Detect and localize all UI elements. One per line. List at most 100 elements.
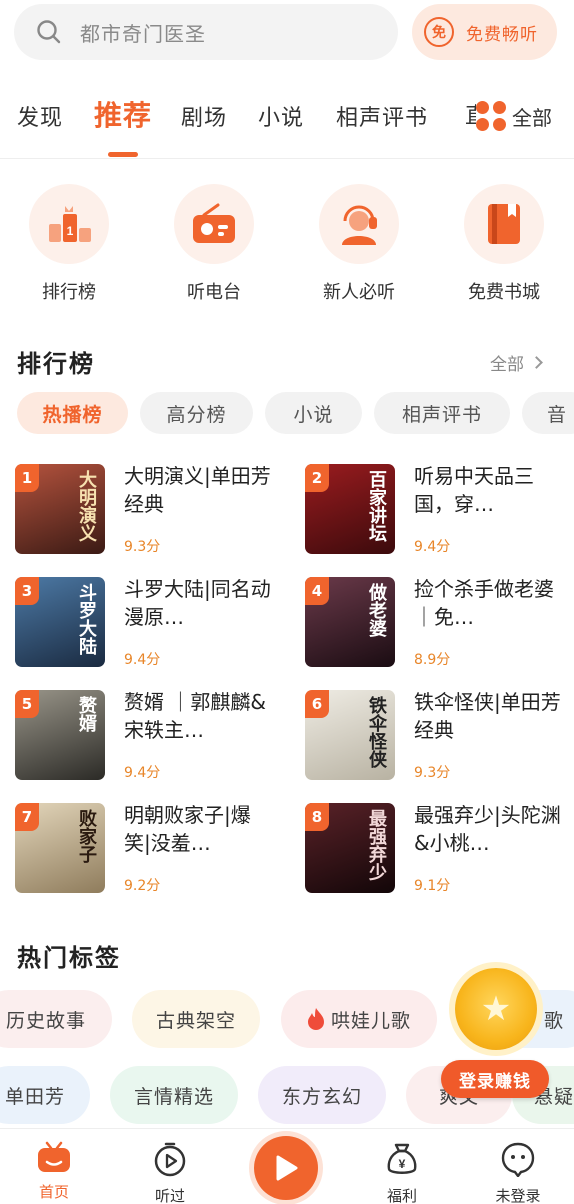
quick-entry-radio[interactable]: 听电台 bbox=[172, 184, 256, 304]
tab-novel[interactable]: 小说 bbox=[258, 100, 304, 132]
rank-item-8[interactable]: 最强弃少 8 最强弃少|头陀渊&小桃… 9.1分 bbox=[305, 801, 574, 897]
search-icon bbox=[37, 20, 61, 44]
rank-item-7[interactable]: 败家子 7 明朝败家子|爆笑|没羞… 9.2分 bbox=[15, 801, 285, 897]
quick-entry-newcomer[interactable]: 新人必听 bbox=[317, 184, 401, 304]
book-title: 明朝败家子|爆笑|没羞… bbox=[124, 803, 251, 855]
book-cover: 最强弃少 8 bbox=[305, 803, 395, 893]
book-title: 最强弃少|头陀渊&小桃… bbox=[414, 803, 561, 855]
nav-history[interactable]: 听过 bbox=[130, 1141, 210, 1204]
tag-classic[interactable]: 古典架空 bbox=[132, 990, 260, 1048]
book-title: 听易中天品三国，穿… bbox=[414, 464, 534, 516]
nav-label: 首页 bbox=[38, 1183, 69, 1201]
nav-profile[interactable]: 未登录 bbox=[478, 1141, 558, 1204]
headset-person-icon bbox=[342, 205, 377, 245]
free-listen-label: 免费畅听 bbox=[466, 24, 538, 45]
nav-welfare[interactable]: ¥ 福利 bbox=[362, 1141, 442, 1204]
quick-entry-label: 听电台 bbox=[187, 282, 241, 303]
tab-crosstalk[interactable]: 相声评书 bbox=[336, 100, 428, 132]
nav-label: 听过 bbox=[154, 1187, 185, 1204]
nav-home[interactable]: 首页 bbox=[14, 1141, 94, 1202]
tab-discover[interactable]: 发现 bbox=[17, 100, 63, 132]
rank-badge: 5 bbox=[15, 690, 39, 718]
book-score: 9.3分 bbox=[414, 765, 451, 781]
book-icon bbox=[488, 204, 520, 244]
book-cover: 铁伞怪侠 6 bbox=[305, 690, 395, 780]
book-score: 8.9分 bbox=[414, 652, 451, 668]
book-score: 9.4分 bbox=[414, 539, 451, 555]
all-categories-label: 全部 bbox=[512, 105, 552, 130]
rank-badge: 8 bbox=[305, 803, 329, 831]
rank-item-6[interactable]: 铁伞怪侠 6 铁伞怪侠|单田芳经典 9.3分 bbox=[305, 688, 574, 784]
tab-recommend[interactable]: 推荐 bbox=[94, 94, 152, 134]
rank-badge: 7 bbox=[15, 803, 39, 831]
rank-item-1[interactable]: 大明演义 1 大明演义|单田芳经典 9.3分 bbox=[15, 462, 285, 558]
tag-romance[interactable]: 言情精选 bbox=[110, 1066, 238, 1124]
book-score: 9.1分 bbox=[414, 878, 451, 894]
book-title: 大明演义|单田芳经典 bbox=[124, 464, 271, 516]
book-cover: 百家讲坛 2 bbox=[305, 464, 395, 554]
pill-novel[interactable]: 小说 bbox=[265, 392, 362, 434]
tag-history[interactable]: 历史故事 bbox=[0, 990, 112, 1048]
tab-theater[interactable]: 剧场 bbox=[181, 100, 227, 132]
quick-entry-label: 排行榜 bbox=[42, 282, 96, 303]
rank-badge: 2 bbox=[305, 464, 329, 492]
ranking-title: 排行榜 bbox=[17, 350, 95, 378]
radio-icon bbox=[193, 203, 235, 243]
rank-item-4[interactable]: 做老婆 4 捡个杀手做老婆｜免… 8.9分 bbox=[305, 575, 574, 671]
pill-crosstalk[interactable]: 相声评书 bbox=[374, 392, 510, 434]
nav-label: 福利 bbox=[386, 1187, 417, 1204]
book-cover: 大明演义 1 bbox=[15, 464, 105, 554]
home-tv-icon bbox=[38, 1141, 70, 1172]
book-cover: 斗罗大陆 3 bbox=[15, 577, 105, 667]
free-listen-button[interactable]: 免 免费畅听 bbox=[412, 4, 557, 60]
ranking-more-label: 全部 bbox=[490, 355, 524, 375]
rank-item-3[interactable]: 斗罗大陆 3 斗罗大陆|同名动漫原… 9.4分 bbox=[15, 575, 285, 671]
play-icon bbox=[276, 1155, 298, 1181]
book-cover: 赘婿 5 bbox=[15, 690, 105, 780]
tag-fantasy[interactable]: 东方玄幻 bbox=[258, 1066, 386, 1124]
podium-icon: 1 bbox=[49, 206, 91, 242]
pill-music[interactable]: 音 bbox=[522, 392, 574, 434]
hot-tags-title: 热门标签 bbox=[17, 944, 121, 972]
quick-entry-ranking[interactable]: 1 排行榜 bbox=[27, 184, 111, 304]
rank-badge: 4 bbox=[305, 577, 329, 605]
book-cover: 做老婆 4 bbox=[305, 577, 395, 667]
book-title: 斗罗大陆|同名动漫原… bbox=[124, 577, 271, 629]
star-icon: ★ bbox=[480, 989, 512, 1029]
player-play-button[interactable] bbox=[254, 1136, 318, 1200]
login-earn-button[interactable]: 登录赚钱 bbox=[441, 1060, 549, 1098]
rank-item-5[interactable]: 赘婿 5 赘婿 ｜郭麒麟&宋轶主… 9.4分 bbox=[15, 688, 285, 784]
book-cover: 败家子 7 bbox=[15, 803, 105, 893]
pill-hot[interactable]: 热播榜 bbox=[17, 392, 128, 434]
rank-badge: 3 bbox=[15, 577, 39, 605]
money-bag-icon: ¥ bbox=[387, 1143, 417, 1174]
search-placeholder: 都市奇门医圣 bbox=[80, 21, 206, 46]
fire-icon bbox=[307, 1008, 324, 1030]
book-score: 9.4分 bbox=[124, 652, 161, 668]
nav-label: 未登录 bbox=[495, 1187, 541, 1204]
book-score: 9.2分 bbox=[124, 878, 161, 894]
free-icon: 免 bbox=[424, 17, 454, 47]
quick-entry-free-books[interactable]: 免费书城 bbox=[462, 184, 546, 304]
chevron-right-icon bbox=[530, 356, 543, 369]
tag-label: 哄娃儿歌 bbox=[330, 1009, 411, 1032]
grid-dots-icon bbox=[476, 101, 506, 131]
rank-badge: 1 bbox=[15, 464, 39, 492]
pill-top-rated[interactable]: 高分榜 bbox=[140, 392, 253, 434]
tag-kids-songs[interactable]: 哄娃儿歌 bbox=[281, 990, 437, 1048]
rank-badge: 6 bbox=[305, 690, 329, 718]
divider bbox=[0, 158, 574, 159]
coin-icon[interactable]: ★ bbox=[455, 968, 537, 1050]
book-title: 捡个杀手做老婆｜免… bbox=[414, 577, 554, 629]
all-categories-button[interactable]: 全部 bbox=[476, 100, 574, 132]
quick-entry-label: 新人必听 bbox=[323, 282, 395, 303]
book-title: 赘婿 ｜郭麒麟&宋轶主… bbox=[124, 690, 266, 742]
ranking-more-link[interactable]: 全部 bbox=[490, 350, 543, 375]
rank-item-2[interactable]: 百家讲坛 2 听易中天品三国，穿… 9.4分 bbox=[305, 462, 574, 558]
tag-shan-tianfang[interactable]: 单田芳 bbox=[0, 1066, 90, 1124]
svg-text:¥: ¥ bbox=[399, 1157, 406, 1171]
book-score: 9.4分 bbox=[124, 765, 161, 781]
search-input[interactable]: 都市奇门医圣 bbox=[14, 4, 398, 60]
history-play-icon bbox=[154, 1142, 186, 1177]
svg-text:1: 1 bbox=[67, 224, 74, 238]
